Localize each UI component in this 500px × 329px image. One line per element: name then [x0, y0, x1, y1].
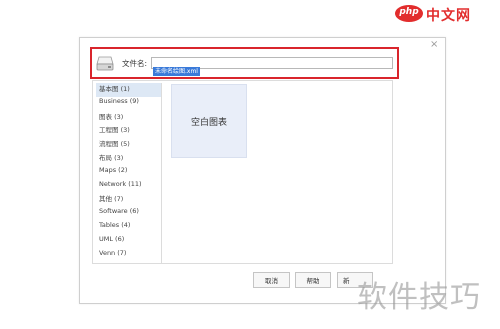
category-item-maps[interactable]: Maps (2) [96, 166, 161, 180]
filename-value: 未命名绘图.xml [153, 67, 200, 76]
category-item-venn[interactable]: Venn (7) [96, 249, 161, 263]
watermark-text: 软件技巧 [357, 280, 481, 315]
category-item-basic[interactable]: 基本图 (1) [96, 83, 161, 97]
category-item-other[interactable]: 其他 (7) [96, 193, 161, 207]
filename-label: 文件名: [122, 59, 148, 68]
filename-input[interactable]: 未命名绘图.xml [151, 57, 393, 76]
category-item-software[interactable]: Software (6) [96, 207, 161, 221]
category-item-network[interactable]: Network (11) [96, 180, 161, 194]
category-item-engineering[interactable]: 工程图 (3) [96, 124, 161, 138]
logo-badge-text: php [399, 7, 419, 17]
category-item-layout[interactable]: 布局 (3) [96, 152, 161, 166]
template-label: 空白图表 [190, 117, 227, 128]
category-item-flowchart[interactable]: 流程图 (5) [96, 138, 161, 152]
cancel-button[interactable]: 取消 [253, 272, 290, 288]
help-button[interactable]: 帮助 [295, 272, 331, 288]
drive-icon [96, 56, 114, 71]
logo-text: 中文网 [426, 8, 471, 24]
blank-diagram-template[interactable]: 空白图表 [171, 84, 247, 158]
php-cn-logo: php 中文网 [395, 4, 493, 24]
close-icon[interactable]: × [430, 40, 438, 50]
category-item-uml[interactable]: UML (6) [96, 235, 161, 249]
category-item-charts[interactable]: 图表 (3) [96, 111, 161, 125]
category-item-tables[interactable]: Tables (4) [96, 221, 161, 235]
category-item-business[interactable]: Business (9) [96, 97, 161, 111]
category-list: 基本图 (1) Business (9) 图表 (3) 工程图 (3) 流程图 … [96, 83, 162, 263]
filename-row: 文件名: 未命名绘图.xml [95, 52, 395, 76]
